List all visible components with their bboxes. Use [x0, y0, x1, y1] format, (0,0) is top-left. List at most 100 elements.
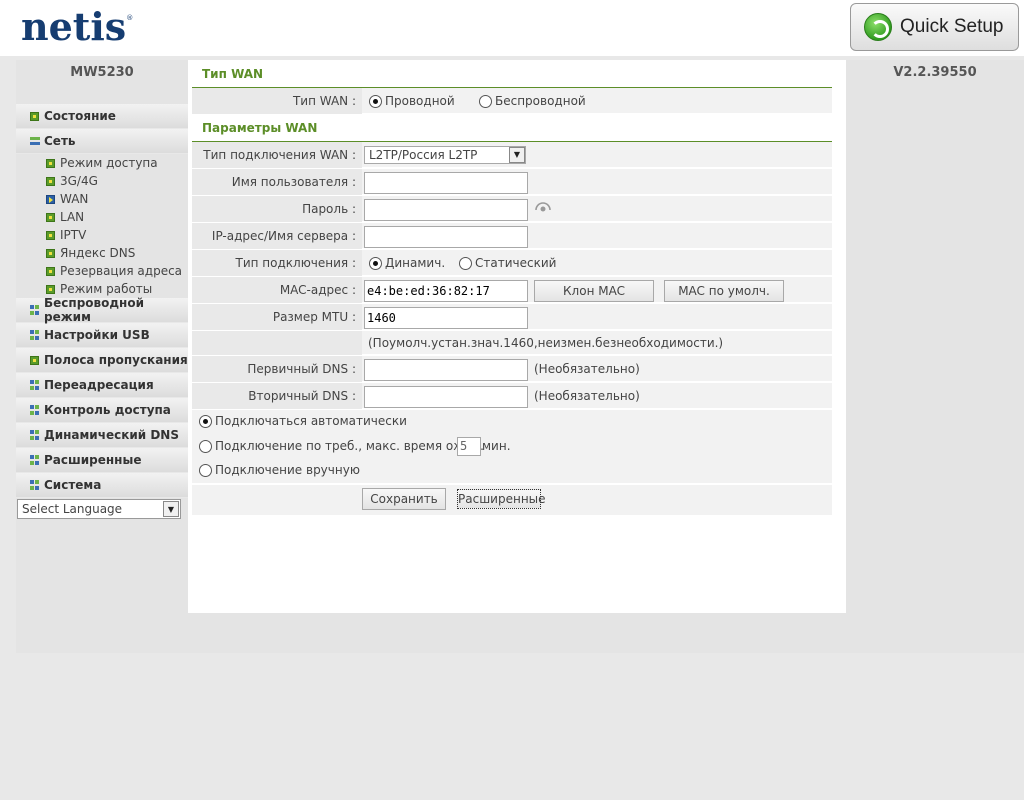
wan-type-wireless-radio[interactable] [479, 95, 492, 108]
dns2-label: Вторичный DNS : [192, 383, 362, 409]
grid-icon [30, 430, 40, 440]
dns1-input[interactable] [364, 359, 528, 381]
connection-type-label: Тип подключения WAN : [192, 142, 362, 168]
mtu-label: Размер MTU : [192, 304, 362, 330]
green-square-icon [30, 111, 39, 121]
grid-icon [30, 455, 40, 465]
username-row: Имя пользователя : [192, 169, 832, 195]
quick-setup-label: Quick Setup [900, 16, 1004, 37]
sidebar-sub-yandex-dns[interactable]: Яндекс DNS [16, 244, 188, 262]
connect-on-demand-radio[interactable] [199, 440, 212, 453]
quick-setup-button[interactable]: Quick Setup [850, 3, 1019, 51]
connect-on-demand-label: Подключение по треб., макс. время ожид. [215, 439, 484, 453]
green-square-icon [46, 230, 55, 240]
grid-icon [30, 480, 40, 490]
sidebar-sub-iptv[interactable]: IPTV [16, 226, 188, 244]
wan-type-wireless-label: Беспроводной [495, 94, 586, 108]
password-row: Пароль : [192, 196, 832, 222]
conn-mode-dynamic-radio[interactable] [369, 257, 382, 270]
sidebar-sub-lan[interactable]: LAN [16, 208, 188, 226]
mac-row: MAC-адрес : e4:be:ed:36:82:17 Клон MAC M… [192, 277, 832, 303]
language-select[interactable]: Select Language ▼ [17, 499, 181, 519]
connection-type-select[interactable]: L2TP/Россия L2TP ▼ [364, 146, 526, 164]
conn-mode-row: Тип подключения : Динамич. Статический [192, 250, 832, 276]
refresh-icon [864, 13, 892, 41]
minutes-unit: мин. [482, 439, 511, 453]
dns1-hint: (Необязательно) [534, 362, 640, 376]
mac-input[interactable]: e4:be:ed:36:82:17 [364, 280, 528, 302]
default-mac-button[interactable]: MAC по умолч. [664, 280, 784, 302]
grid-icon [30, 405, 40, 415]
conn-mode-static-radio[interactable] [459, 257, 472, 270]
grid-icon [30, 380, 40, 390]
action-row: Сохранить Расширенные [192, 485, 832, 515]
connect-auto-label: Подключаться автоматически [215, 414, 407, 428]
arrow-right-icon [46, 194, 55, 204]
chevron-down-icon: ▼ [509, 147, 525, 163]
device-model: MW5230 [70, 65, 134, 80]
mtu-input[interactable]: 1460 [364, 307, 528, 329]
sidebar-item-system[interactable]: Система [16, 473, 188, 498]
sidebar-item-access-control[interactable]: Контроль доступа [16, 398, 188, 423]
section-title-wan-type: Тип WAN [192, 60, 832, 88]
green-square-icon [46, 176, 55, 186]
username-label: Имя пользователя : [192, 169, 362, 195]
grid-icon [30, 330, 40, 340]
netis-logo: netis® [21, 4, 134, 49]
wan-type-label: Тип WAN : [192, 88, 362, 114]
sidebar-item-forwarding[interactable]: Переадресация [16, 373, 188, 398]
conn-mode-dynamic-label: Динамич. [385, 256, 446, 270]
clone-mac-button[interactable]: Клон MAC [534, 280, 654, 302]
connect-mode-group: Подключаться автоматически Подключение п… [192, 410, 832, 484]
sidebar-item-network[interactable]: Сеть [16, 129, 188, 154]
wan-type-wired-label: Проводной [385, 94, 455, 108]
sidebar-item-ddns[interactable]: Динамический DNS [16, 423, 188, 448]
dns2-input[interactable] [364, 386, 528, 408]
sidebar-item-status[interactable]: Состояние [16, 104, 188, 129]
password-input[interactable] [364, 199, 528, 221]
connect-auto-radio[interactable] [199, 415, 212, 428]
connect-manual-label: Подключение вручную [215, 463, 360, 477]
mtu-row: Размер MTU : 1460 [192, 304, 832, 330]
sidebar-item-bandwidth[interactable]: Полоса пропускания [16, 348, 188, 373]
green-square-icon [46, 212, 55, 222]
sidebar-item-usb[interactable]: Настройки USB [16, 323, 188, 348]
chevron-down-icon: ▼ [163, 501, 179, 517]
save-button[interactable]: Сохранить [362, 488, 446, 510]
mtu-hint: (Поумолч.устан.знач.1460,неизмен.безнеоб… [368, 336, 724, 350]
conn-mode-static-label: Статический [475, 256, 557, 270]
mac-label: MAC-адрес : [192, 277, 362, 303]
sidebar-sub-3g4g[interactable]: 3G/4G [16, 172, 188, 190]
advanced-button[interactable]: Расширенные [457, 489, 546, 509]
green-square-icon [30, 355, 39, 365]
conn-mode-label: Тип подключения : [192, 250, 362, 276]
wan-type-row: Тип WAN : Проводной Беспроводной [192, 88, 832, 114]
sidebar-nav: Состояние Сеть Режим доступа 3G/4G WAN L… [16, 104, 188, 498]
password-label: Пароль : [192, 196, 362, 222]
sidebar-sub-wan[interactable]: WAN [16, 190, 188, 208]
on-demand-minutes-input[interactable]: 5 [457, 437, 481, 456]
mtu-hint-row: (Поумолч.устан.знач.1460,неизмен.безнеоб… [192, 331, 832, 355]
green-square-icon [46, 158, 55, 168]
server-row: IP-адрес/Имя сервера : [192, 223, 832, 249]
username-input[interactable] [364, 172, 528, 194]
green-square-icon [46, 284, 55, 294]
grid-icon [30, 305, 40, 315]
show-password-icon[interactable] [535, 201, 551, 213]
green-square-icon [46, 248, 55, 258]
header: netis® Quick Setup [0, 0, 1024, 56]
minus-expanded-icon [30, 137, 40, 145]
sidebar-item-advanced[interactable]: Расширенные [16, 448, 188, 473]
sidebar-sub-address-reservation[interactable]: Резервация адреса [16, 262, 188, 280]
wan-type-wired-radio[interactable] [369, 95, 382, 108]
server-label: IP-адрес/Имя сервера : [192, 223, 362, 249]
connect-manual-radio[interactable] [199, 464, 212, 477]
sidebar-item-wireless[interactable]: Беспроводной режим [16, 296, 188, 324]
section-title-wan-params: Параметры WAN [192, 114, 832, 142]
green-square-icon [46, 266, 55, 276]
dns2-row: Вторичный DNS : (Необязательно) [192, 383, 832, 409]
server-input[interactable] [364, 226, 528, 248]
sidebar-sub-access-mode[interactable]: Режим доступа [16, 154, 188, 172]
dns1-label: Первичный DNS : [192, 356, 362, 382]
dns1-row: Первичный DNS : (Необязательно) [192, 356, 832, 382]
